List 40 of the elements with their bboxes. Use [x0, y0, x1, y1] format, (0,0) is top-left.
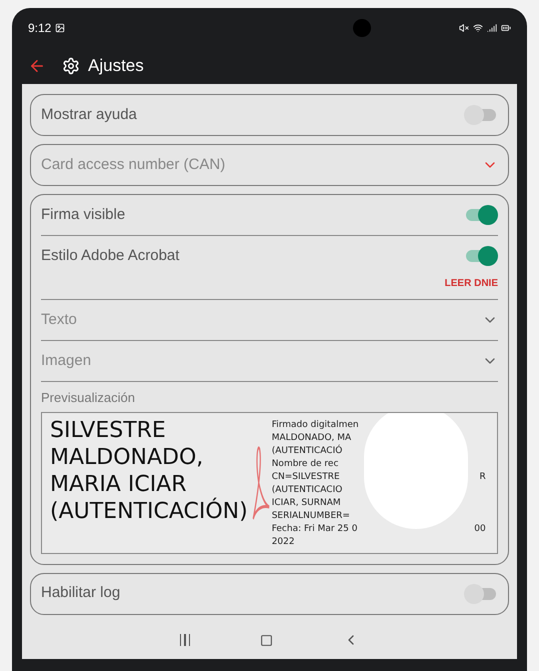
battery-icon	[500, 23, 511, 33]
status-time: 9:12	[28, 20, 52, 37]
signature-detail-line: R	[479, 470, 486, 484]
signature-detail-line: MALDONADO, MA	[272, 432, 352, 444]
wifi-icon	[472, 23, 483, 33]
signature-detail-line: Fecha: Fri Mar 25 0	[272, 522, 358, 536]
toggle-switch[interactable]	[464, 584, 498, 604]
setting-label: Habilitar log	[41, 583, 120, 604]
recent-apps-icon[interactable]	[180, 634, 190, 646]
home-icon[interactable]	[260, 634, 274, 646]
preview-label: Previsualización	[41, 389, 136, 407]
toggle-switch[interactable]	[464, 105, 498, 125]
read-dnie-link[interactable]: LEER DNIE	[444, 276, 498, 291]
setting-label: Firma visible	[41, 204, 126, 225]
signal-icon	[486, 23, 497, 33]
signature-detail-line: 00	[474, 522, 486, 536]
signer-name-line: (AUTENTICACIÓN)	[50, 498, 248, 524]
signature-detail-line: ICIAR, SURNAM	[272, 496, 341, 510]
signature-detail-line: 2022	[272, 536, 295, 548]
screen-title: Ajustes	[88, 55, 144, 78]
dropdown-field[interactable]: Texto	[41, 300, 498, 340]
notification-icon	[55, 23, 66, 33]
signature-detail-line: SERIALNUMBER=	[272, 510, 350, 522]
dropdown-field[interactable]: Imagen	[41, 341, 498, 381]
settings-icon	[62, 57, 80, 75]
signer-name-line: SILVESTRE	[50, 416, 167, 444]
mute-icon	[458, 23, 469, 33]
signature-detail-line: Firmado digitalmen	[272, 418, 359, 432]
signature-detail-line: (AUTENTICACIÓ	[272, 444, 342, 458]
signature-detail-line: (AUTENTICACIO	[272, 484, 342, 496]
signer-name-line: MALDONADO,	[50, 444, 204, 470]
signer-name-line: MARIA ICIAR	[50, 470, 188, 498]
signature-detail-line: CN=SILVESTRE	[272, 470, 340, 484]
signature-detail-line: Nombre de rec	[272, 458, 338, 470]
toggle-switch[interactable]	[464, 246, 498, 266]
setting-label: Estilo Adobe Acrobat	[41, 246, 180, 266]
camera-hole	[353, 19, 372, 37]
toggle-switch[interactable]	[464, 205, 498, 225]
dropdown-field[interactable]: Card access number (CAN)	[41, 145, 498, 185]
setting-label: Mostrar ayuda	[41, 104, 137, 125]
